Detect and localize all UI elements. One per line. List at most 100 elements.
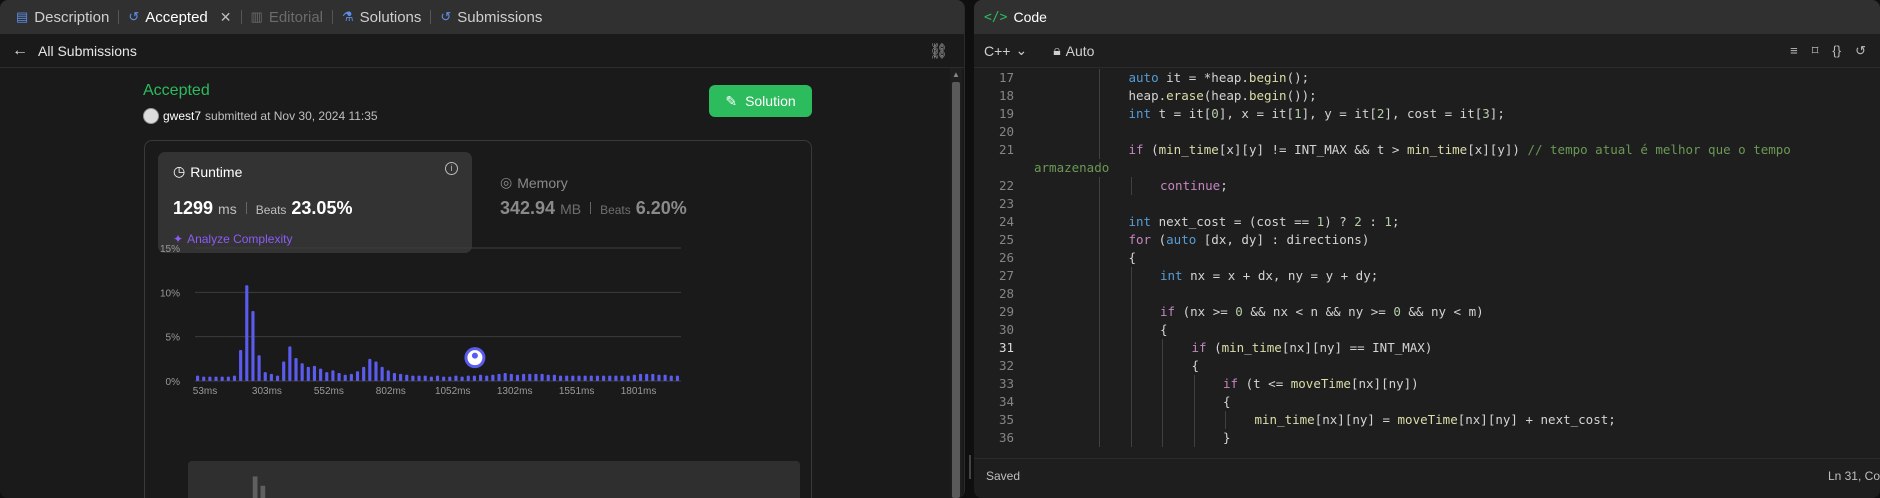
indent-guide <box>1099 393 1100 411</box>
line-number: 18 <box>998 88 1014 103</box>
indent-guide <box>1162 357 1163 375</box>
scroll-up-icon[interactable]: ▲ <box>952 70 960 79</box>
code-line: 29 if (nx >= 0 && nx < n && ny >= 0 && ny… <box>974 303 1864 321</box>
tab-accepted-label: Accepted <box>145 8 208 26</box>
indent-guide <box>1130 285 1132 303</box>
line-number: 29 <box>998 304 1014 319</box>
tab-description[interactable]: ▤ Description <box>16 9 109 26</box>
line-number: 23 <box>998 196 1014 211</box>
tab-editorial[interactable]: ▥ Editorial <box>251 9 324 26</box>
code-text: if (min_time[x][y] != INT_MAX && t > min… <box>1128 142 1791 157</box>
share-link-icon[interactable]: ⛓ <box>929 42 948 60</box>
scrollbar-thumb[interactable] <box>952 82 960 498</box>
indent-guide <box>1099 141 1100 159</box>
history-icon: ↺ <box>440 9 452 24</box>
tab-description-label: Description <box>34 8 110 26</box>
code-text: if (t <= moveTime[nx][ny]) <box>1223 376 1419 391</box>
indent-guide <box>1099 213 1100 231</box>
avatar[interactable] <box>143 108 159 124</box>
resize-grip[interactable] <box>969 455 971 479</box>
indent-guide <box>1193 375 1195 393</box>
indent-guide <box>1193 429 1195 447</box>
indent-guide <box>1130 375 1132 393</box>
submission-subbar: ← All Submissions ⛓ <box>0 34 964 68</box>
line-number: 35 <box>998 412 1014 427</box>
saved-status: Saved <box>986 468 1021 483</box>
code-line: 24 int next_cost = (cost == 1) ? 2 : 1; <box>974 213 1864 231</box>
line-number: 22 <box>998 178 1014 193</box>
line-number: 27 <box>998 268 1014 283</box>
reset-icon[interactable]: ↺ <box>1855 43 1866 59</box>
indent-guide <box>1130 339 1132 357</box>
code-panel: </> Code C++ ⌄ 🔒︎ Auto ≡ ⌑ {} ↺ 17 auto i… <box>974 0 1880 498</box>
submission-content: Accepted gwest7 submitted at Nov 30, 202… <box>0 68 964 498</box>
close-icon[interactable]: ✕ <box>220 9 232 26</box>
format-icon[interactable]: ≡ <box>1790 43 1798 59</box>
scrollbar[interactable]: ▲ <box>950 68 962 498</box>
code-editor[interactable]: 17 auto it = *heap.begin(); 18 heap.erase(h… <box>974 68 1880 452</box>
code-text: int next_cost = (cost == 1) ? 2 : 1; <box>1128 214 1400 229</box>
code-text: { <box>1223 394 1231 409</box>
code-line: 20 <box>974 123 1864 141</box>
indent-guide <box>1099 123 1100 141</box>
tab-accepted[interactable]: ↺ Accepted ✕ <box>128 9 231 26</box>
indent-guide <box>1099 285 1100 303</box>
braces-icon[interactable]: {} <box>1832 43 1841 59</box>
code-line: 34 { <box>974 393 1864 411</box>
stats-card: ◷ Runtime i 1299 ms Beats 23.05% ✦ Analy… <box>144 140 812 498</box>
username[interactable]: gwest7 <box>163 109 201 123</box>
code-line: 30 { <box>974 321 1864 339</box>
code-text: if (nx >= 0 && nx < n && ny >= 0 && ny <… <box>1160 304 1484 319</box>
editor-actions: ≡ ⌑ {} ↺ <box>1790 43 1880 59</box>
code-line: 22 continue; <box>974 177 1864 195</box>
language-select[interactable]: C++ ⌄ <box>984 42 1027 59</box>
chevron-down-icon: ⌄ <box>1015 42 1028 58</box>
submitted-at: submitted at Nov 30, 2024 11:35 <box>205 109 378 123</box>
indent-guide <box>1099 87 1100 105</box>
history-icon: ↺ <box>128 9 140 24</box>
code-text: int t = it[0], x = it[1], y = it[2], cos… <box>1128 106 1505 121</box>
language-label: C++ <box>984 42 1011 59</box>
code-text: { <box>1128 250 1137 265</box>
code-line: 18 heap.erase(heap.begin()); <box>974 87 1864 105</box>
line-number: 30 <box>998 322 1014 337</box>
tab-submissions[interactable]: ↺ Submissions <box>440 9 542 26</box>
line-number: 31 <box>998 340 1014 355</box>
indent-guide <box>1099 249 1100 267</box>
auto-mode[interactable]: 🔒︎ Auto <box>1053 42 1094 59</box>
code-line: 31 if (min_time[nx][ny] == INT_MAX) <box>974 339 1864 357</box>
line-number: 19 <box>998 106 1014 121</box>
code-line: 26 { <box>974 249 1864 267</box>
tab-solutions[interactable]: ⚗ Solutions <box>342 9 421 26</box>
code-text: int nx = x + dx, ny = y + dy; <box>1160 268 1379 283</box>
edit-icon: ✎ <box>725 92 738 109</box>
bookmark-icon[interactable]: ⌑ <box>1812 43 1819 59</box>
indent-guide <box>1162 393 1163 411</box>
indent-guide <box>1162 411 1163 429</box>
panel-tabs: ▤ Description ↺ Accepted ✕ ▥ Editorial ⚗… <box>0 0 964 34</box>
code-line: 36} <box>974 429 1864 447</box>
solution-button-label: Solution <box>745 93 796 109</box>
panel-resize-handle[interactable] <box>967 0 973 498</box>
code-text: if (min_time[nx][ny] == INT_MAX) <box>1191 340 1433 355</box>
indent-guide <box>1162 429 1163 447</box>
all-submissions-link[interactable]: All Submissions <box>38 43 137 59</box>
indent-guide <box>1099 267 1100 285</box>
code-line: 17 auto it = *heap.begin(); <box>974 69 1864 87</box>
line-number: 34 <box>998 394 1014 409</box>
code-line: 23 <box>974 195 1864 213</box>
indent-guide <box>1099 177 1100 195</box>
app-root: ▤ Description ↺ Accepted ✕ ▥ Editorial ⚗… <box>0 0 1880 498</box>
indent-guide <box>1099 231 1100 249</box>
back-arrow-icon[interactable]: ← <box>12 42 28 60</box>
code-line: armazenado <box>974 159 1864 177</box>
indent-guide <box>1099 375 1100 393</box>
code-header: </> Code <box>974 0 1880 34</box>
tab-submissions-label: Submissions <box>457 8 543 26</box>
solution-button[interactable]: ✎ Solution <box>709 85 812 117</box>
submission-meta: gwest7 submitted at Nov 30, 2024 11:35 <box>143 108 378 124</box>
navigator-bar <box>252 476 258 498</box>
submission-panel: ▤ Description ↺ Accepted ✕ ▥ Editorial ⚗… <box>0 0 965 498</box>
line-number: 28 <box>998 286 1014 301</box>
indent-guide <box>1099 411 1100 429</box>
